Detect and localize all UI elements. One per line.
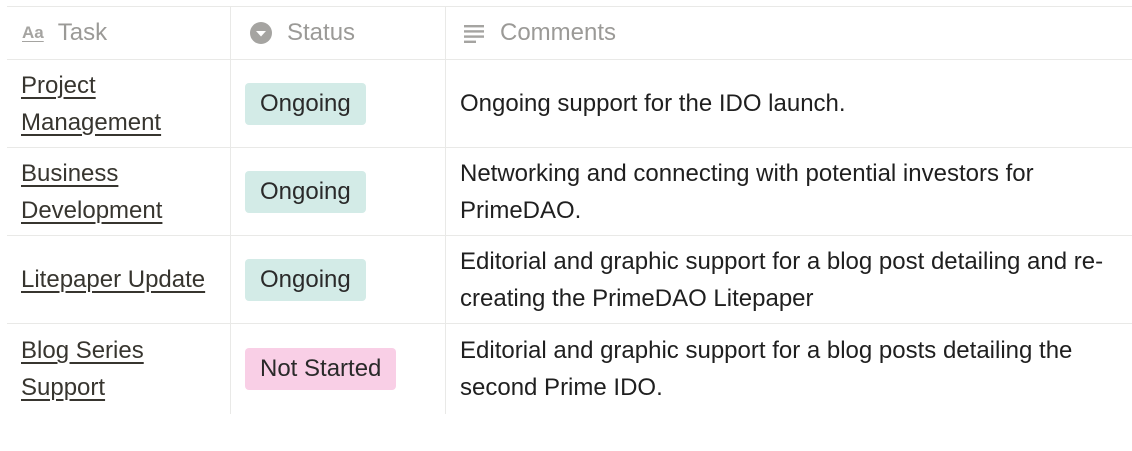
- table-header-row: Aa Task Status Comments: [7, 6, 1132, 60]
- table-row[interactable]: Business Development Ongoing Networking …: [7, 148, 1132, 236]
- task-link[interactable]: Business Development: [21, 155, 222, 229]
- task-cell[interactable]: Blog Series Support: [7, 324, 231, 414]
- task-cell[interactable]: Project Management: [7, 60, 231, 147]
- database-table: Aa Task Status Comments Project Manageme…: [7, 6, 1132, 414]
- table-row[interactable]: Litepaper Update Ongoing Editorial and g…: [7, 236, 1132, 324]
- comment-cell[interactable]: Ongoing support for the IDO launch.: [446, 60, 1132, 147]
- task-cell[interactable]: Litepaper Update: [7, 236, 231, 323]
- comment-cell[interactable]: Editorial and graphic support for a blog…: [446, 324, 1132, 414]
- status-badge[interactable]: Not Started: [245, 348, 397, 390]
- comment-cell[interactable]: Editorial and graphic support for a blog…: [446, 236, 1132, 323]
- column-header-task[interactable]: Aa Task: [7, 7, 231, 59]
- column-header-label: Comments: [500, 19, 617, 46]
- task-link[interactable]: Blog Series Support: [21, 332, 222, 406]
- comment-text: Ongoing support for the IDO launch.: [460, 90, 846, 117]
- status-cell[interactable]: Not Started: [231, 324, 446, 414]
- column-header-comments[interactable]: Comments: [446, 7, 1132, 59]
- text-lines-icon: [460, 23, 486, 43]
- comment-text: Editorial and graphic support for a blog…: [460, 247, 1104, 312]
- comment-cell[interactable]: Networking and connecting with potential…: [446, 148, 1132, 235]
- select-property-icon: [245, 21, 273, 45]
- status-cell[interactable]: Ongoing: [231, 60, 446, 147]
- status-cell[interactable]: Ongoing: [231, 148, 446, 235]
- column-header-label: Status: [287, 19, 356, 46]
- table-row[interactable]: Blog Series Support Not Started Editoria…: [7, 324, 1132, 414]
- status-badge[interactable]: Ongoing: [245, 82, 366, 125]
- table-row[interactable]: Project Management Ongoing Ongoing suppo…: [7, 60, 1132, 148]
- task-link[interactable]: Project Management: [21, 67, 222, 141]
- task-link[interactable]: Litepaper Update: [21, 261, 205, 298]
- status-badge[interactable]: Ongoing: [245, 258, 366, 301]
- comment-text: Editorial and graphic support for a blog…: [460, 337, 1073, 401]
- column-header-label: Task: [57, 19, 108, 46]
- comment-text: Networking and connecting with potential…: [460, 159, 1034, 224]
- column-header-status[interactable]: Status: [231, 7, 446, 59]
- status-cell[interactable]: Ongoing: [231, 236, 446, 323]
- task-cell[interactable]: Business Development: [7, 148, 231, 235]
- status-badge[interactable]: Ongoing: [245, 170, 366, 213]
- text-property-icon: Aa: [22, 23, 44, 42]
